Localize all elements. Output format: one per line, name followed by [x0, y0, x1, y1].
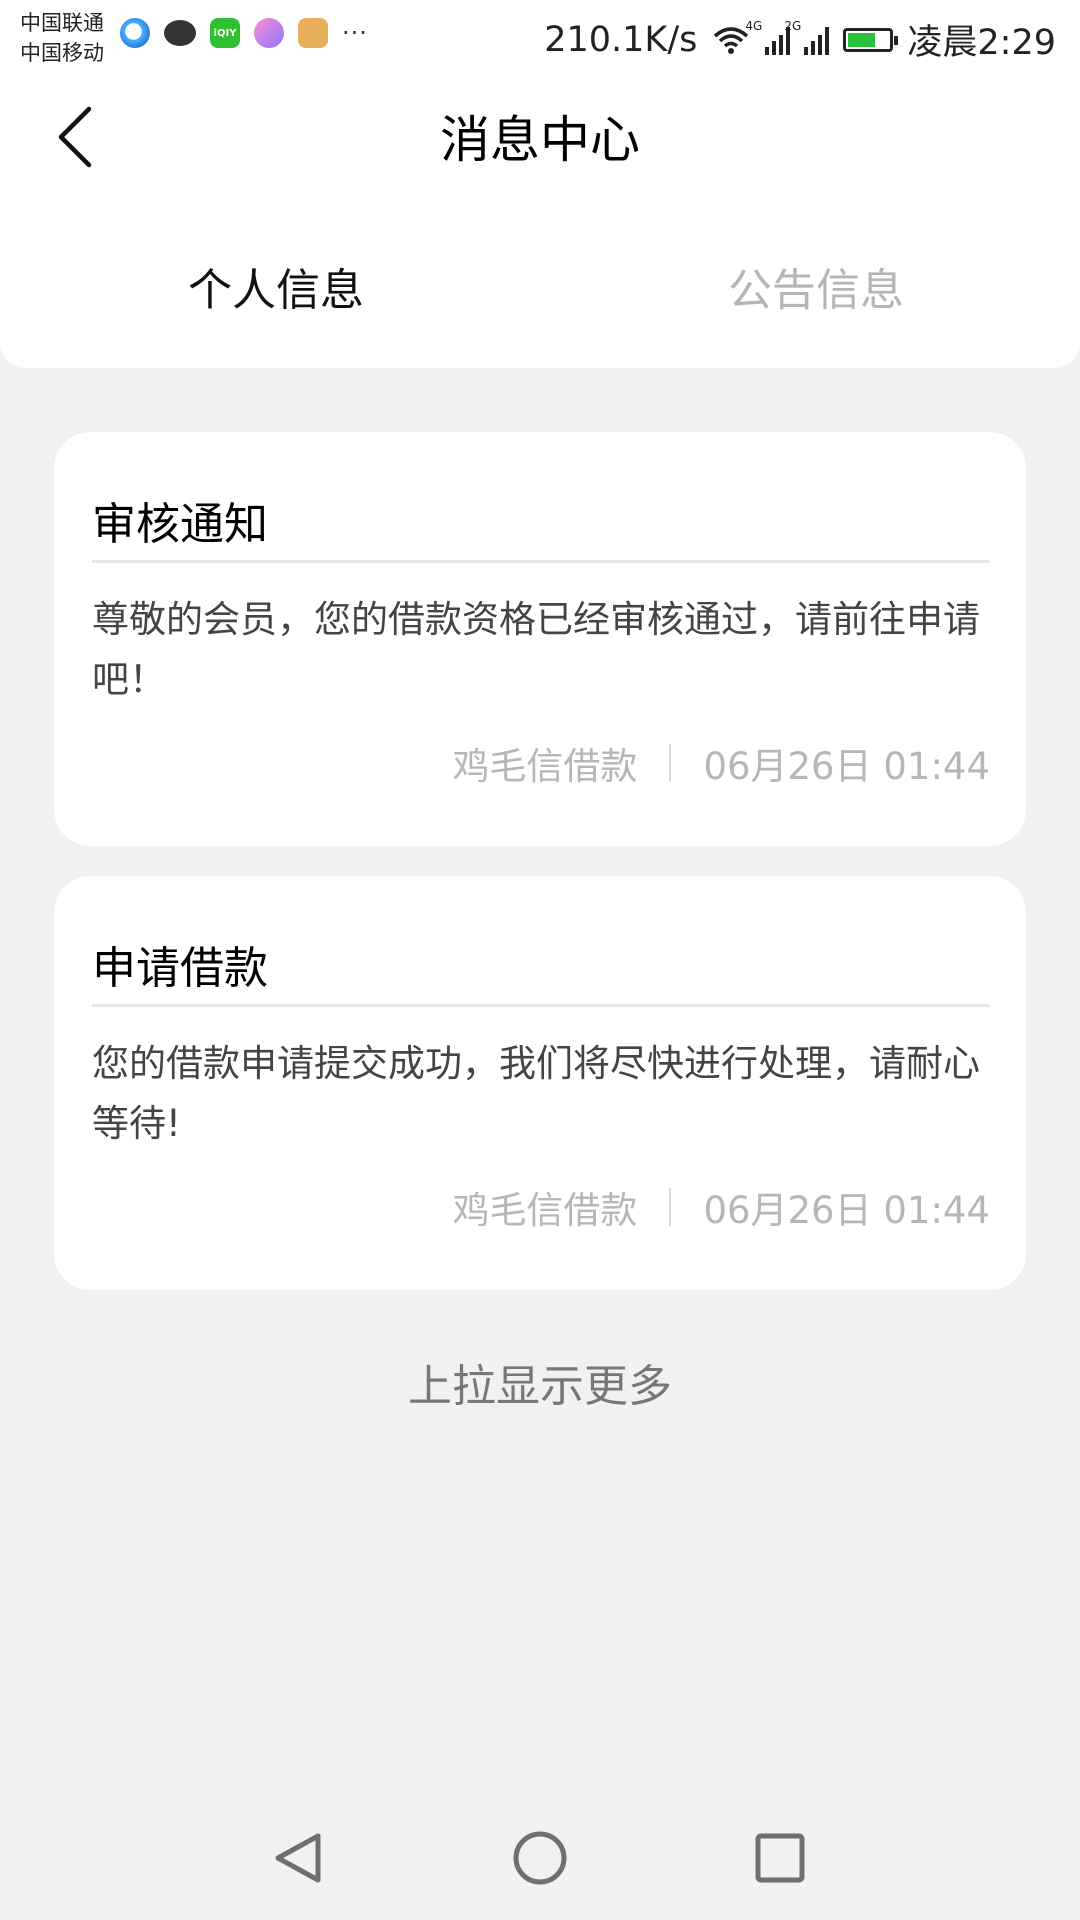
divider: [92, 1004, 990, 1007]
clock: 凌晨2:29: [907, 23, 1056, 63]
chat-bubble-icon: [164, 20, 196, 46]
load-more-hint: 上拉显示更多: [408, 1361, 672, 1412]
carrier-1: 中国联通: [20, 11, 104, 35]
net-speed: 210.1K/s: [544, 19, 698, 60]
message-source: 鸡毛信借款: [452, 745, 638, 788]
message-meta: 鸡毛信借款 06月26日 01:44: [452, 736, 990, 790]
meta-separator: [669, 744, 672, 782]
meta-separator: [669, 1188, 672, 1226]
message-title: 审核通知: [92, 499, 268, 550]
message-title: 申请借款: [92, 943, 268, 994]
home-circle-icon[interactable]: [510, 1828, 570, 1888]
message-body: 尊敬的会员，您的借款资格已经审核通过，请前往申请吧！: [92, 598, 980, 701]
signal-2g-icon: 2G: [784, 19, 830, 55]
back-triangle-icon[interactable]: [270, 1828, 330, 1888]
recents-square-icon[interactable]: [750, 1828, 810, 1888]
notification-icons: iQIY ···: [120, 18, 368, 48]
battery-icon: [843, 27, 899, 52]
message-tabs: 个人信息 公告信息: [0, 204, 1080, 368]
tab-announcements[interactable]: 公告信息: [728, 254, 904, 318]
carrier-2: 中国移动: [20, 41, 104, 65]
status-right: 210.1K/s 4G 2G 凌晨2:29: [544, 14, 1056, 65]
header: 消息中心: [0, 78, 1080, 204]
tab-personal[interactable]: 个人信息: [188, 254, 364, 318]
message-source: 鸡毛信借款: [452, 1189, 638, 1232]
message-time: 06月26日 01:44: [703, 1189, 990, 1232]
divider: [92, 560, 990, 563]
message-body: 您的借款申请提交成功，我们将尽快进行处理，请耐心等待!: [92, 1042, 980, 1145]
more-notifications-icon: ···: [342, 19, 368, 47]
system-nav-bar: [0, 1800, 1080, 1920]
soul-icon: [254, 18, 284, 48]
message-meta: 鸡毛信借款 06月26日 01:44: [452, 1180, 990, 1234]
message-card[interactable]: 审核通知 尊敬的会员，您的借款资格已经审核通过，请前往申请吧！ 鸡毛信借款 06…: [54, 432, 1026, 846]
wallet-icon: [298, 18, 328, 48]
page-title: 消息中心: [440, 111, 640, 169]
browser-icon: [120, 18, 150, 48]
iqiyi-icon: iQIY: [210, 18, 240, 48]
status-bar: 中国联通 中国移动 iQIY ··· 210.1K/s 4G 2G 凌晨2:29: [0, 0, 1080, 78]
message-time: 06月26日 01:44: [703, 745, 990, 788]
carrier-info: 中国联通 中国移动: [20, 8, 104, 68]
message-card[interactable]: 申请借款 您的借款申请提交成功，我们将尽快进行处理，请耐心等待! 鸡毛信借款 0…: [54, 876, 1026, 1290]
